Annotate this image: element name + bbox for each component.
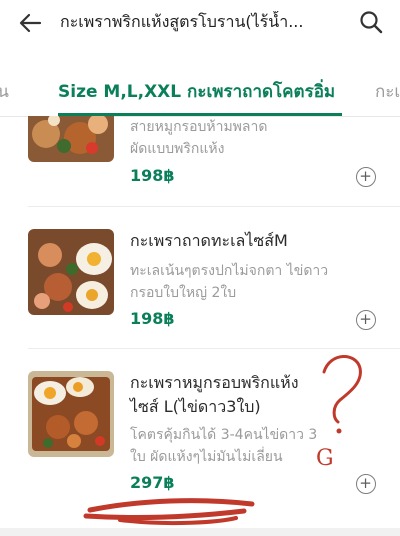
item-description-line: กรอบใบใหญ่ 2ใบ	[130, 285, 237, 301]
item-description-line: ทะเลเน้นๆตรงปกไม่จกตา ไข่ดาว	[130, 263, 329, 279]
add-item-button[interactable]: +	[356, 310, 376, 330]
item-description-line: โคตรคุ้มกินได้ 3-4คนไข่ดาว 3	[130, 427, 318, 443]
plus-circle-icon: +	[359, 167, 372, 185]
plus-circle-icon: +	[359, 310, 372, 328]
item-name: กะเพราหมูกรอบพริกแห้ง	[130, 373, 299, 392]
add-item-button[interactable]: +	[356, 167, 376, 187]
item-name-line2: ไซส์ L(ไข่ดาว3ใบ)	[130, 397, 261, 416]
category-tabs: มัน Size M,L,XXL กะเพราถาดโคตรอิ่ม กะเ	[0, 70, 400, 117]
tab-active[interactable]: Size M,L,XXL กะเพราถาดโคตรอิ่ม	[58, 80, 335, 104]
plus-circle-icon: +	[359, 474, 372, 492]
arrow-left-icon	[19, 13, 42, 33]
annotation-glyph: G	[316, 446, 334, 471]
tab-previous[interactable]: มัน	[0, 80, 9, 104]
food-thumbnail	[28, 116, 114, 162]
food-thumbnail	[28, 229, 114, 315]
item-name: กะเพราถาดทะเลไซส์M	[130, 231, 288, 250]
food-thumbnail	[28, 371, 114, 457]
search-icon	[360, 11, 383, 34]
search-button[interactable]	[356, 7, 386, 37]
item-price: 198฿	[130, 166, 175, 185]
list-item[interactable]: กะเพราถาดทะเลไซส์M ทะเลเน้นๆตรงปกไม่จกตา…	[0, 207, 400, 348]
add-item-button[interactable]: +	[356, 474, 376, 494]
menu-list: สายหมูกรอบห้ามพลาด ผัดแบบพริกแห้ง 198฿ +…	[0, 116, 400, 536]
item-description-line: สายหมูกรอบห้ามพลาด	[130, 119, 268, 135]
bottom-edge	[0, 528, 400, 536]
item-price: 198฿	[130, 309, 175, 328]
item-price: 297฿	[130, 473, 175, 492]
back-button[interactable]	[16, 8, 46, 38]
list-item[interactable]: กะเพราหมูกรอบพริกแห้ง ไซส์ L(ไข่ดาว3ใบ) …	[0, 349, 400, 519]
tab-next[interactable]: กะเ	[375, 80, 400, 104]
top-app-bar: กะเพราพริกแห้งสูตรโบราน(ไร้น้ำ...	[0, 0, 400, 46]
list-item[interactable]: สายหมูกรอบห้ามพลาด ผัดแบบพริกแห้ง 198฿ +	[0, 116, 400, 216]
page-title: กะเพราพริกแห้งสูตรโบราน(ไร้น้ำ...	[60, 12, 304, 31]
item-description-line: ผัดแบบพริกแห้ง	[130, 141, 225, 157]
